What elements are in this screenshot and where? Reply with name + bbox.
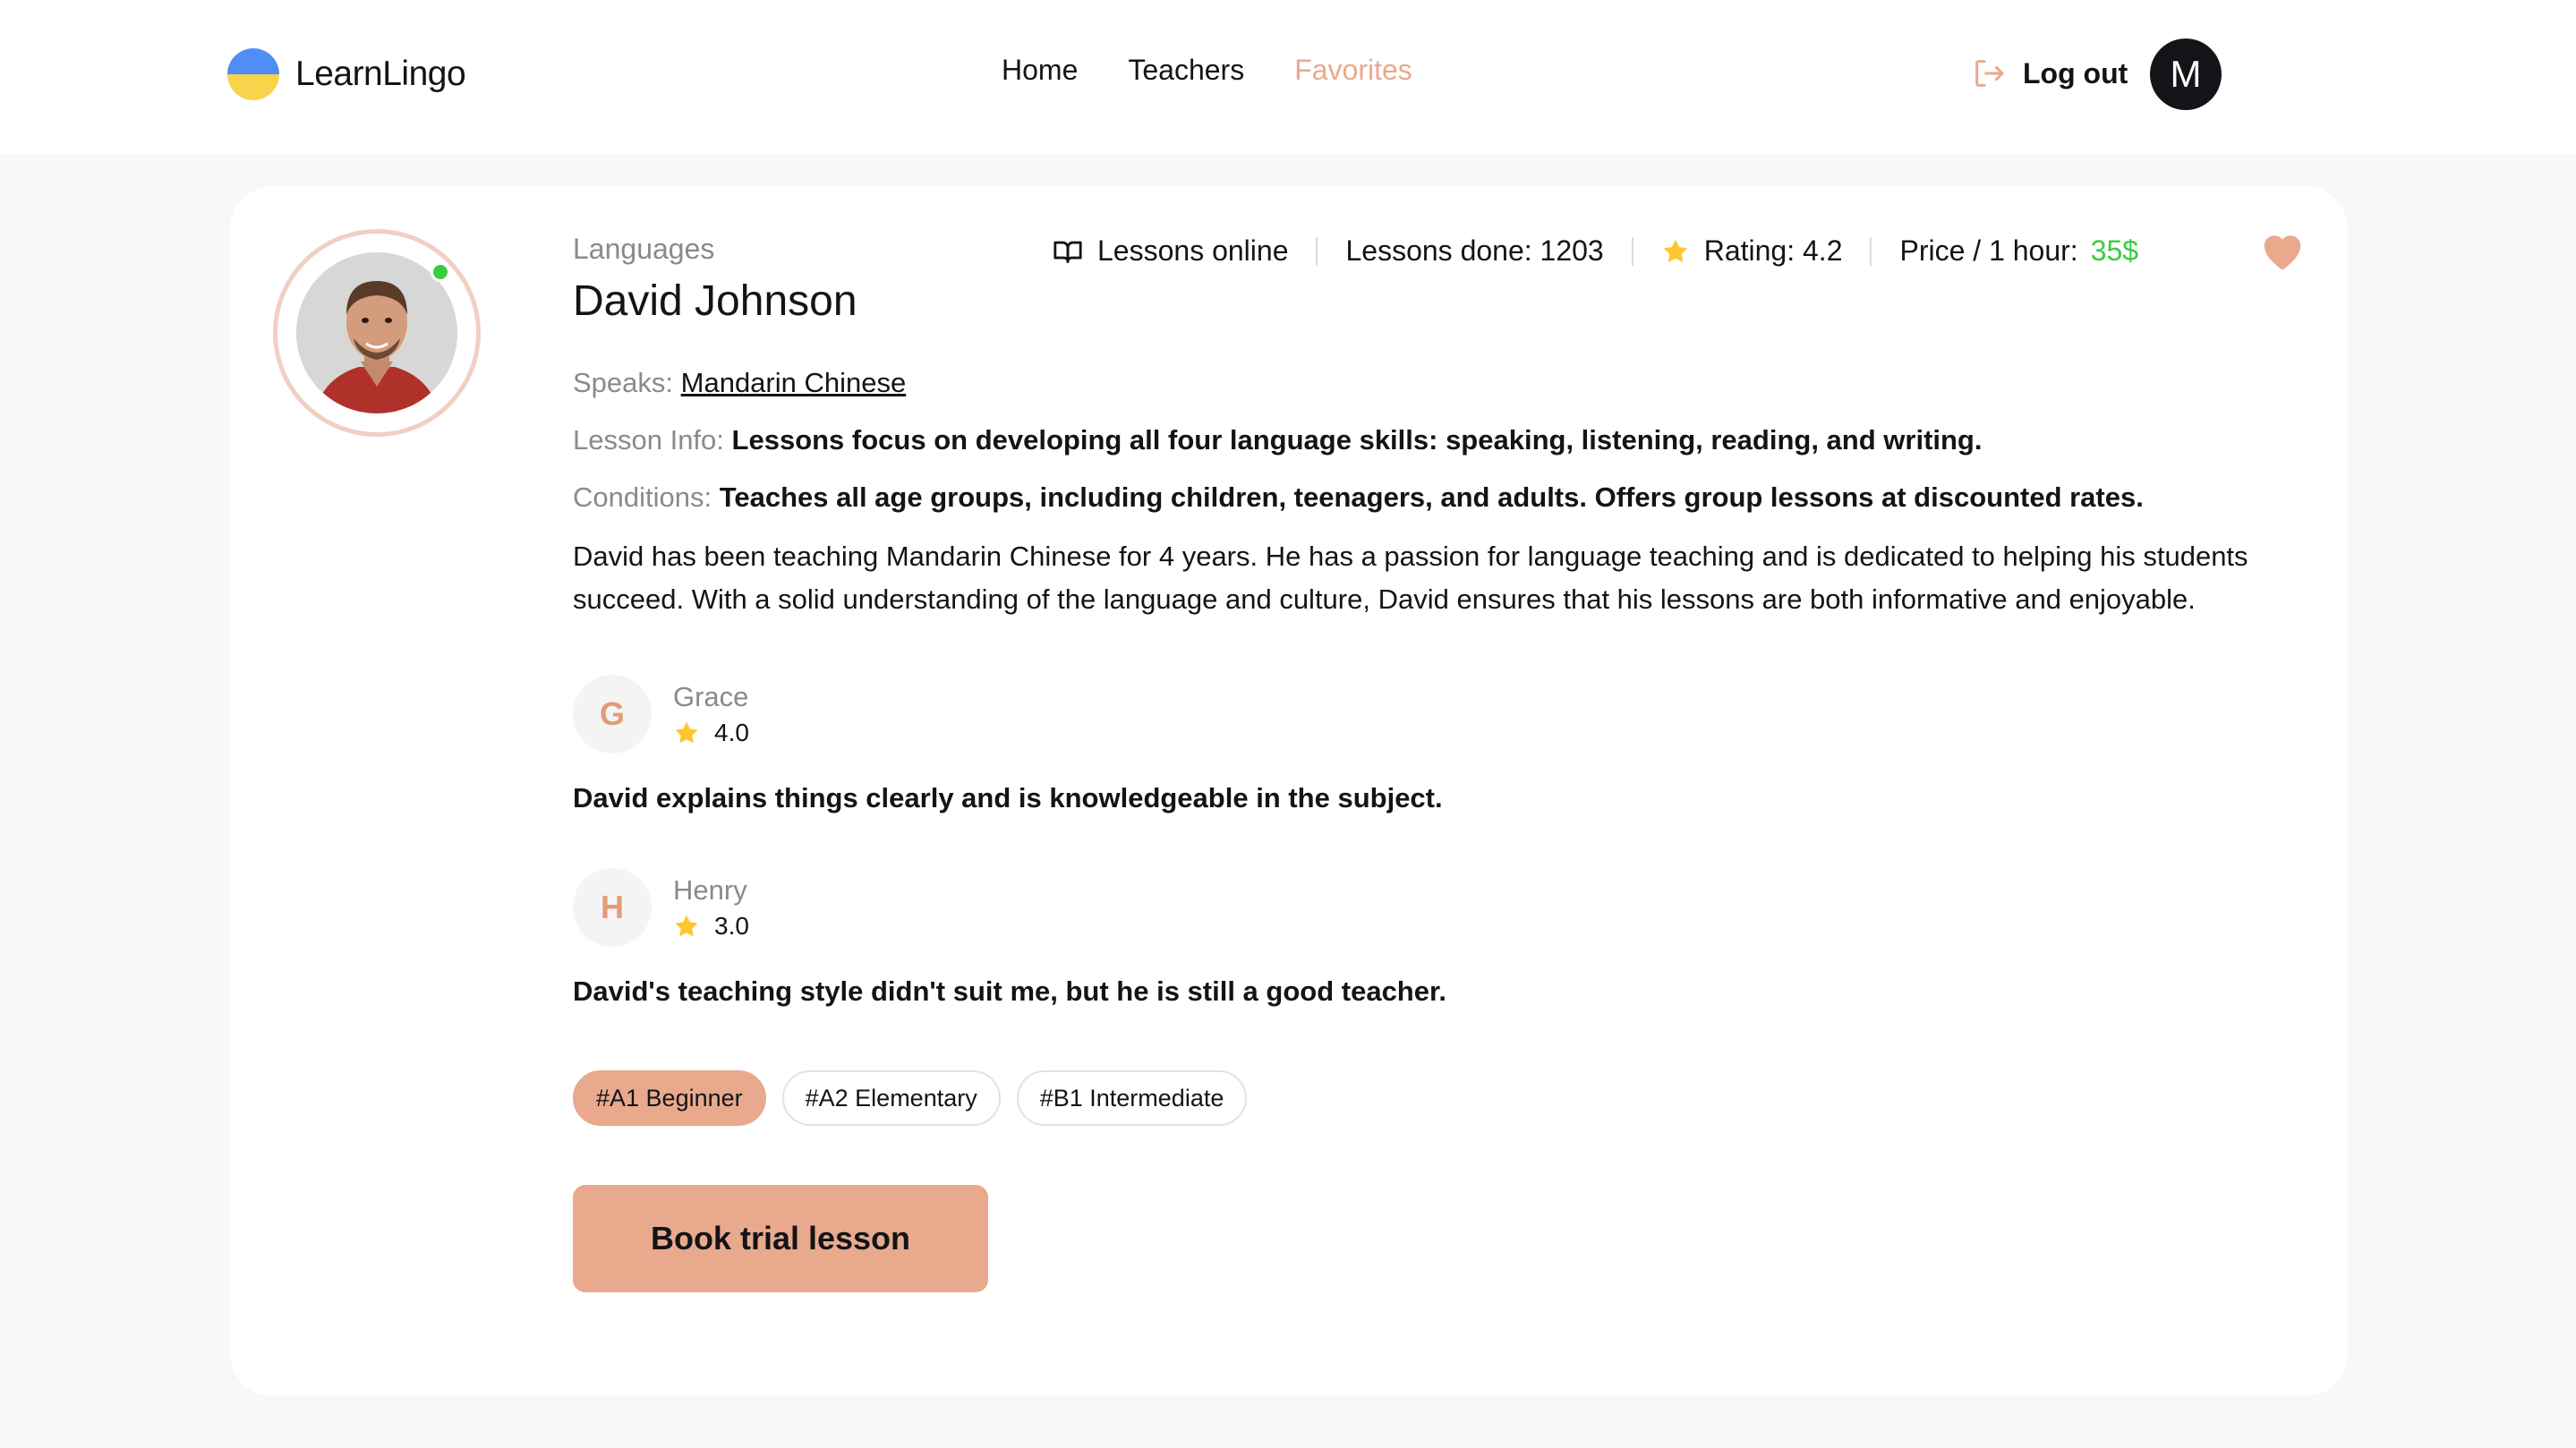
level-tags: #A1 Beginner #A2 Elementary #B1 Intermed…	[573, 1070, 2291, 1126]
review-text: David's teaching style didn't suit me, b…	[573, 975, 1446, 1007]
price-label: Price / 1 hour:	[1899, 234, 2078, 267]
speaks-label: Speaks:	[573, 367, 674, 398]
lesson-info-value: Lessons focus on developing all four lan…	[731, 424, 1983, 456]
reviewer-avatar: G	[573, 675, 652, 754]
heart-icon	[2264, 235, 2301, 270]
review-rating-value: 4.0	[714, 719, 749, 746]
reviewer-avatar: H	[573, 868, 652, 947]
review-rating: 3.0	[673, 912, 749, 941]
main-nav: Home Teachers Favorites	[1002, 54, 1412, 87]
logo-text: LearnLingo	[295, 55, 466, 93]
review-item: H Henry 3.0 David's teaching style didn'…	[573, 868, 2291, 1008]
logo[interactable]: LearnLingo	[227, 48, 466, 100]
lesson-info-line: Lesson Info: Lessons focus on developing…	[573, 422, 2291, 458]
star-icon	[1663, 239, 1688, 262]
level-tag-a2[interactable]: #A2 Elementary	[781, 1070, 1001, 1126]
nav-teachers[interactable]: Teachers	[1128, 54, 1244, 87]
favorite-button[interactable]	[2258, 227, 2307, 277]
price-value: 35$	[2090, 234, 2139, 267]
book-trial-lesson-button[interactable]: Book trial lesson	[573, 1185, 988, 1292]
stat-lessons-online: Lessons online	[1053, 234, 1288, 268]
stat-divider	[1870, 236, 1872, 266]
review-item: G Grace 4.0 David explains things clearl…	[573, 675, 2291, 814]
stat-price: Price / 1 hour: 35$	[1899, 234, 2138, 268]
speaks-line: Speaks: Mandarin Chinese	[573, 365, 2291, 401]
star-icon	[675, 721, 698, 744]
lesson-info-label: Lesson Info:	[573, 424, 724, 456]
stat-rating: Rating: 4.2	[1661, 234, 1843, 268]
teacher-info: Languages David Johnson Speaks: Mandarin…	[573, 233, 2291, 1292]
lessons-done-label: Lessons done: 1203	[1345, 234, 1604, 267]
level-tag-b1[interactable]: #B1 Intermediate	[1016, 1070, 1248, 1126]
teacher-avatar-ring	[273, 229, 481, 437]
nav-home[interactable]: Home	[1002, 54, 1078, 87]
conditions-label: Conditions:	[573, 481, 712, 513]
star-icon	[675, 915, 698, 937]
teacher-name: David Johnson	[573, 277, 857, 325]
teacher-stats: Lessons online Lessons done: 1203 Rating…	[1053, 234, 2138, 268]
top-header: LearnLingo Home Teachers Favorites Log o…	[0, 0, 2576, 154]
lessons-online-label: Lessons online	[1097, 234, 1289, 267]
logout-label: Log out	[2023, 56, 2128, 89]
logout-button[interactable]: Log out	[1971, 55, 2128, 91]
user-avatar[interactable]: M	[2150, 38, 2222, 110]
stat-divider	[1316, 236, 1318, 266]
logout-icon	[1975, 60, 2004, 87]
online-status-dot	[431, 262, 450, 282]
conditions-line: Conditions: Teaches all age groups, incl…	[573, 480, 2291, 515]
review-rating-value: 3.0	[714, 912, 749, 940]
speaks-link[interactable]: Mandarin Chinese	[681, 367, 907, 398]
conditions-value: Teaches all age groups, including childr…	[719, 481, 2144, 513]
reviewer-name: Henry	[673, 874, 747, 906]
level-tag-a1[interactable]: #A1 Beginner	[573, 1070, 766, 1126]
teacher-card: Languages David Johnson Speaks: Mandarin…	[230, 186, 2348, 1396]
stat-lessons-done: Lessons done: 1203	[1345, 234, 1603, 268]
stat-divider	[1631, 236, 1633, 266]
teacher-bio: David has been teaching Mandarin Chinese…	[573, 541, 2248, 615]
nav-favorites[interactable]: Favorites	[1294, 54, 1412, 87]
review-rating: 4.0	[673, 719, 749, 747]
ukraine-flag-logo-icon	[227, 48, 279, 100]
book-open-icon	[1053, 241, 1082, 263]
reviewer-name: Grace	[673, 681, 749, 712]
review-text: David explains things clearly and is kno…	[573, 782, 1443, 813]
rating-label: Rating: 4.2	[1703, 234, 1843, 267]
